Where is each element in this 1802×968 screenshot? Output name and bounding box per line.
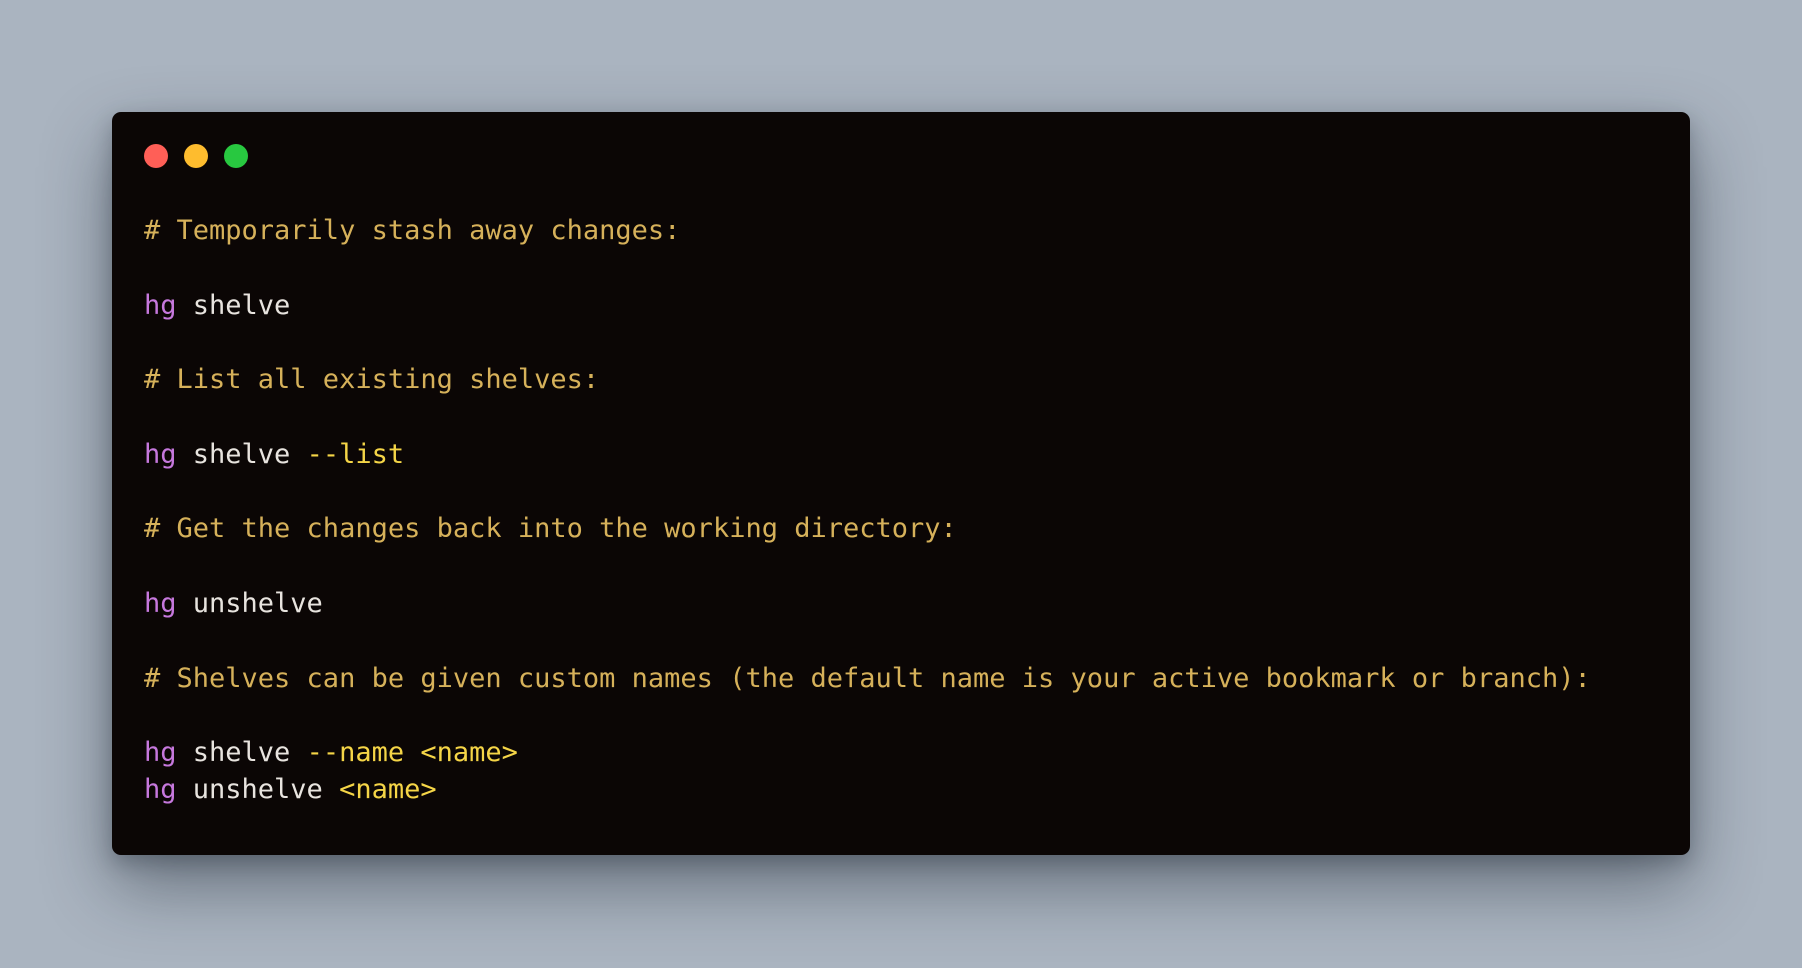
close-button[interactable] <box>144 144 168 168</box>
command-token: hg <box>144 289 177 321</box>
code-block: # Temporarily stash away changes: hg shel… <box>144 212 1591 809</box>
command-token: hg <box>144 737 177 769</box>
command-token: hg <box>144 774 177 806</box>
code-line: hg unshelve <name> <box>144 771 1591 808</box>
code-line: # Get the changes back into the working … <box>144 510 1591 547</box>
code-line: hg unshelve <box>144 585 1591 622</box>
comment-token: # Get the changes back into the working … <box>144 513 957 545</box>
code-window: # Temporarily stash away changes: hg shel… <box>112 112 1690 855</box>
command-token: hg <box>144 438 177 470</box>
code-line: hg shelve <box>144 287 1591 324</box>
comment-token: # Shelves can be given custom names (the… <box>144 662 1591 694</box>
text-token: shelve <box>176 289 291 321</box>
comment-token: # List all existing shelves: <box>144 364 600 396</box>
code-line: hg shelve --name <name> <box>144 734 1591 771</box>
flag-token: --list <box>306 438 405 470</box>
code-line: # List all existing shelves: <box>144 361 1591 398</box>
code-line: # Temporarily stash away changes: <box>144 212 1591 249</box>
text-token: unshelve <box>176 774 340 806</box>
command-token: hg <box>144 587 177 619</box>
maximize-button[interactable] <box>224 144 248 168</box>
flag-token: <name> <box>339 774 437 806</box>
flag-token: --name <name> <box>306 737 518 769</box>
text-token: shelve <box>176 737 307 769</box>
code-line: # Shelves can be given custom names (the… <box>144 660 1591 697</box>
window-controls <box>144 144 248 168</box>
comment-token: # Temporarily stash away changes: <box>144 215 681 246</box>
text-token: shelve <box>176 438 307 470</box>
text-token: unshelve <box>176 587 323 619</box>
code-line: hg shelve --list <box>144 436 1591 473</box>
minimize-button[interactable] <box>184 144 208 168</box>
